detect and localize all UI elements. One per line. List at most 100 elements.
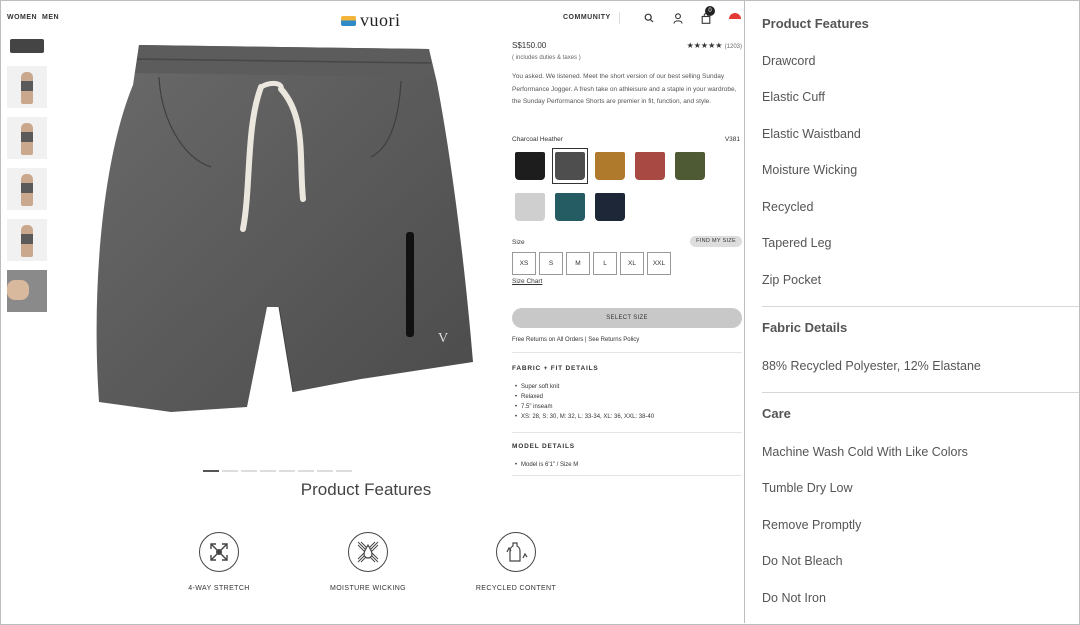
size-option-s[interactable]: S xyxy=(539,252,563,275)
color-swatch-teal[interactable] xyxy=(552,189,588,225)
thumbnail-2[interactable] xyxy=(7,66,47,108)
stretch-icon xyxy=(199,532,239,572)
panel-feature-item: Moisture Wicking xyxy=(762,163,858,177)
feature-label: RECYCLED CONTENT xyxy=(475,585,557,592)
carousel-dot-3[interactable] xyxy=(241,470,257,472)
swatch-image xyxy=(595,193,625,221)
swatch-image xyxy=(675,152,705,180)
nav-men-link[interactable]: MEN xyxy=(42,14,59,21)
panel-feature-item: Elastic Cuff xyxy=(762,90,825,104)
product-details-panel: Product Features Drawcord Elastic Cuff E… xyxy=(745,1,1079,623)
carousel-dot-6[interactable] xyxy=(298,470,314,472)
fabric-fit-title: FABRIC + FIT DETAILS xyxy=(512,365,599,372)
account-icon[interactable] xyxy=(671,11,685,25)
top-nav: WOMEN MEN vuori COMMUNITY 0 xyxy=(1,1,744,35)
carousel-dot-2[interactable] xyxy=(222,470,238,472)
product-sku: V381 xyxy=(724,136,740,143)
size-option-xs[interactable]: XS xyxy=(512,252,536,275)
size-label: Size xyxy=(512,239,525,246)
color-swatch-olive[interactable] xyxy=(672,148,708,184)
divider xyxy=(512,432,742,433)
select-size-button[interactable]: SELECT SIZE xyxy=(512,308,742,328)
color-swatch-navy[interactable] xyxy=(592,189,628,225)
panel-feature-item: Tapered Leg xyxy=(762,236,832,250)
swatch-image xyxy=(515,152,545,180)
tax-note: ( includes duties & taxes ) xyxy=(512,55,581,61)
thumbnail-4[interactable] xyxy=(7,168,47,210)
product-features-heading: Product Features xyxy=(300,480,432,499)
carousel-dot-5[interactable] xyxy=(279,470,295,472)
panel-fabric-item: 88% Recycled Polyester, 12% Elastane xyxy=(762,359,981,373)
size-chart-link[interactable]: Size Chart xyxy=(512,278,542,285)
panel-care-item: Do Not Iron xyxy=(762,591,826,605)
feature-label: 4-WAY STRETCH xyxy=(188,585,250,592)
feature-stretch: 4-WAY STRETCH xyxy=(164,532,274,592)
panel-feature-item: Zip Pocket xyxy=(762,273,822,287)
thumbnail-strip xyxy=(7,35,49,321)
feature-moisture-wicking: MOISTURE WICKING xyxy=(313,532,423,592)
swatch-image xyxy=(555,152,585,180)
color-swatch-charcoal-heather[interactable] xyxy=(552,148,588,184)
panel-care-title: Care xyxy=(762,406,791,421)
find-my-size-button[interactable]: FIND MY SIZE xyxy=(690,236,742,247)
swatch-image xyxy=(595,152,625,180)
size-option-m[interactable]: M xyxy=(566,252,590,275)
size-option-l[interactable]: L xyxy=(593,252,617,275)
swatch-image xyxy=(555,193,585,221)
size-option-xxl[interactable]: XXL xyxy=(647,252,671,275)
model-details-list: Model is 6'1" / Size M xyxy=(515,460,578,470)
product-rating[interactable]: ★★★★★ (1203) xyxy=(687,41,742,50)
nav-community-link[interactable]: COMMUNITY xyxy=(563,14,611,21)
moisture-wicking-icon xyxy=(348,532,388,572)
returns-policy-link[interactable]: Free Returns on All Orders | See Returns… xyxy=(512,337,639,343)
model-details-item: Model is 6'1" / Size M xyxy=(515,460,578,470)
nav-women-link[interactable]: WOMEN xyxy=(7,14,37,21)
panel-care-item: Machine Wash Cold With Like Colors xyxy=(762,445,968,459)
product-hero-image[interactable]: V xyxy=(61,37,491,437)
color-swatch-ochre[interactable] xyxy=(592,148,628,184)
fabric-fit-item: 7.5" inseam xyxy=(515,402,654,412)
carousel-dot-1[interactable] xyxy=(203,470,219,472)
carousel-dot-8[interactable] xyxy=(336,470,352,472)
color-swatch-black[interactable] xyxy=(512,148,548,184)
product-price: S$150.00 xyxy=(512,41,547,50)
color-swatch-brick[interactable] xyxy=(632,148,668,184)
model-details-title: MODEL DETAILS xyxy=(512,443,575,450)
panel-feature-item: Elastic Waistband xyxy=(762,127,861,141)
color-row: Charcoal Heather V381 xyxy=(512,136,740,143)
feature-recycled: RECYCLED CONTENT xyxy=(461,532,571,592)
thumbnail-5[interactable] xyxy=(7,219,47,261)
panel-divider-line xyxy=(762,306,1079,307)
color-swatches xyxy=(512,148,742,225)
color-swatch-light-heather[interactable] xyxy=(512,189,548,225)
thumbnail-6[interactable] xyxy=(7,270,47,312)
carousel-dot-7[interactable] xyxy=(317,470,333,472)
panel-feature-item: Recycled xyxy=(762,200,814,214)
rating-stars: ★★★★★ xyxy=(686,41,723,50)
swatch-image xyxy=(635,152,665,180)
search-icon[interactable] xyxy=(642,11,656,25)
size-option-xl[interactable]: XL xyxy=(620,252,644,275)
carousel-dot-4[interactable] xyxy=(260,470,276,472)
thumbnail-3[interactable] xyxy=(7,117,47,159)
product-description: You asked. We listened. Meet the short v… xyxy=(512,73,737,105)
svg-text:V: V xyxy=(438,331,448,346)
nav-divider xyxy=(619,12,620,24)
fabric-fit-item: Relaxed xyxy=(515,392,654,402)
panel-care-item: Remove Promptly xyxy=(762,518,862,532)
size-options: XS S M L XL XXL xyxy=(512,252,671,275)
brand-logo[interactable]: vuori xyxy=(341,10,401,31)
flag-icon[interactable] xyxy=(729,13,741,19)
recycled-bottle-icon xyxy=(496,532,536,572)
panel-care-item: Tumble Dry Low xyxy=(762,481,853,495)
fabric-fit-item: Super soft knit xyxy=(515,382,654,392)
cart-count-badge: 0 xyxy=(705,6,715,16)
carousel-indicators xyxy=(203,470,352,472)
selected-color-name: Charcoal Heather xyxy=(512,136,563,143)
divider xyxy=(512,475,742,476)
feature-label: MOISTURE WICKING xyxy=(329,585,406,592)
fabric-fit-item: XS: 28, S: 30, M: 32, L: 33-34, XL: 36, … xyxy=(515,412,654,422)
thumbnail-1[interactable] xyxy=(7,35,47,57)
fabric-fit-list: Super soft knit Relaxed 7.5" inseam XS: … xyxy=(515,382,654,422)
logo-mark-icon xyxy=(341,15,356,26)
